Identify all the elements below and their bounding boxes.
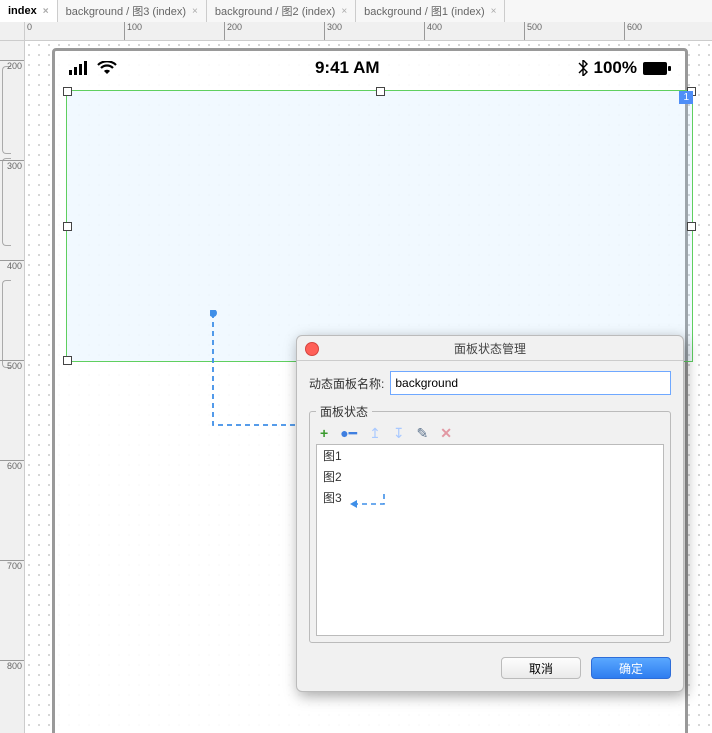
ruler-tick: 500 bbox=[0, 360, 24, 371]
ruler-corner bbox=[0, 22, 25, 41]
ruler-horizontal[interactable]: 0 100 200 300 400 500 600 bbox=[24, 22, 712, 41]
list-item[interactable]: 图3 bbox=[317, 487, 663, 508]
ruler-tick: 600 bbox=[0, 460, 24, 471]
states-list[interactable]: 图1 图2 图3 bbox=[316, 444, 664, 636]
tab-bg1[interactable]: background / 图1 (index) × bbox=[356, 0, 505, 22]
tab-bg3[interactable]: background / 图3 (index) × bbox=[58, 0, 207, 22]
dialog-title: 面板状态管理 bbox=[454, 340, 526, 357]
close-icon[interactable]: × bbox=[491, 6, 497, 17]
close-icon[interactable]: × bbox=[43, 6, 49, 17]
ruler-tick: 300 bbox=[324, 22, 342, 40]
panel-name-input[interactable] bbox=[390, 371, 671, 395]
wifi-icon bbox=[97, 61, 117, 75]
cancel-button[interactable]: 取消 bbox=[501, 657, 581, 679]
close-icon[interactable]: × bbox=[341, 6, 347, 17]
cellular-icon bbox=[69, 61, 91, 75]
battery-icon bbox=[643, 62, 671, 75]
edit-state-icon[interactable]: ✎ bbox=[417, 426, 429, 440]
panel-name-row: 动态面板名称: bbox=[309, 371, 671, 395]
guide-bracket bbox=[2, 66, 11, 154]
resize-handle[interactable] bbox=[63, 356, 72, 365]
ok-button[interactable]: 确定 bbox=[591, 657, 671, 679]
resize-handle[interactable] bbox=[63, 222, 72, 231]
states-toolbar: + ●━ ↥ ↧ ✎ ✕ bbox=[316, 424, 664, 444]
guide-bracket bbox=[2, 280, 11, 368]
move-down-icon[interactable]: ↧ bbox=[393, 426, 405, 440]
ruler-tick: 300 bbox=[0, 160, 24, 171]
panel-name-label: 动态面板名称: bbox=[309, 375, 384, 392]
tab-label: index bbox=[8, 5, 37, 17]
move-up-icon[interactable]: ↥ bbox=[369, 426, 381, 440]
add-state-icon[interactable]: + bbox=[320, 426, 328, 440]
resize-handle[interactable] bbox=[63, 87, 72, 96]
close-icon[interactable]: × bbox=[192, 6, 198, 17]
dialog-titlebar[interactable]: 面板状态管理 bbox=[297, 336, 683, 361]
ruler-tick: 200 bbox=[0, 60, 24, 71]
ruler-tick: 400 bbox=[0, 260, 24, 271]
ruler-tick: 500 bbox=[524, 22, 542, 40]
resize-handle[interactable] bbox=[376, 87, 385, 96]
tab-label: background / 图2 (index) bbox=[215, 3, 335, 19]
ruler-tick: 600 bbox=[624, 22, 642, 40]
list-item[interactable]: 图2 bbox=[317, 466, 663, 487]
status-time: 9:41 AM bbox=[315, 58, 380, 78]
tab-bar: index × background / 图3 (index) × backgr… bbox=[0, 0, 712, 23]
delete-state-icon[interactable]: ✕ bbox=[440, 426, 452, 440]
duplicate-state-icon[interactable]: ●━ bbox=[340, 426, 357, 440]
window-close-icon[interactable] bbox=[305, 342, 319, 356]
bluetooth-icon bbox=[578, 60, 588, 76]
battery-pct: 100% bbox=[594, 58, 637, 78]
tab-index[interactable]: index × bbox=[0, 0, 58, 22]
ruler-tick: 800 bbox=[0, 660, 24, 671]
states-legend: 面板状态 bbox=[316, 403, 372, 420]
phone-status-bar: 9:41 AM 100% bbox=[55, 51, 685, 85]
dialog-body: 动态面板名称: 面板状态 + ●━ ↥ ↧ ✎ ✕ 图1 图2 图3 bbox=[297, 361, 683, 649]
ruler-tick: 0 bbox=[24, 22, 32, 40]
ruler-tick: 100 bbox=[124, 22, 142, 40]
guide-bracket bbox=[2, 158, 11, 246]
ruler-tick: 400 bbox=[424, 22, 442, 40]
app: index × background / 图3 (index) × backgr… bbox=[0, 0, 712, 733]
ruler-tick: 700 bbox=[0, 560, 24, 571]
tab-label: background / 图3 (index) bbox=[66, 3, 186, 19]
resize-handle[interactable] bbox=[687, 222, 696, 231]
tab-bg2[interactable]: background / 图2 (index) × bbox=[207, 0, 356, 22]
tab-label: background / 图1 (index) bbox=[364, 3, 484, 19]
ruler-vertical[interactable]: 200 300 400 500 600 700 800 bbox=[0, 40, 25, 733]
list-item[interactable]: 图1 bbox=[317, 445, 663, 466]
panel-state-dialog[interactable]: 面板状态管理 动态面板名称: 面板状态 + ●━ ↥ ↧ ✎ ✕ 图1 图 bbox=[296, 335, 684, 692]
status-right: 100% bbox=[578, 58, 671, 78]
selection-order-badge: 1 bbox=[679, 91, 693, 104]
states-fieldset: 面板状态 + ●━ ↥ ↧ ✎ ✕ 图1 图2 图3 bbox=[309, 403, 671, 643]
ruler-tick: 200 bbox=[224, 22, 242, 40]
status-left bbox=[69, 61, 117, 75]
dialog-footer: 取消 确定 bbox=[297, 649, 683, 691]
selection-rect[interactable]: 1 bbox=[66, 90, 693, 362]
